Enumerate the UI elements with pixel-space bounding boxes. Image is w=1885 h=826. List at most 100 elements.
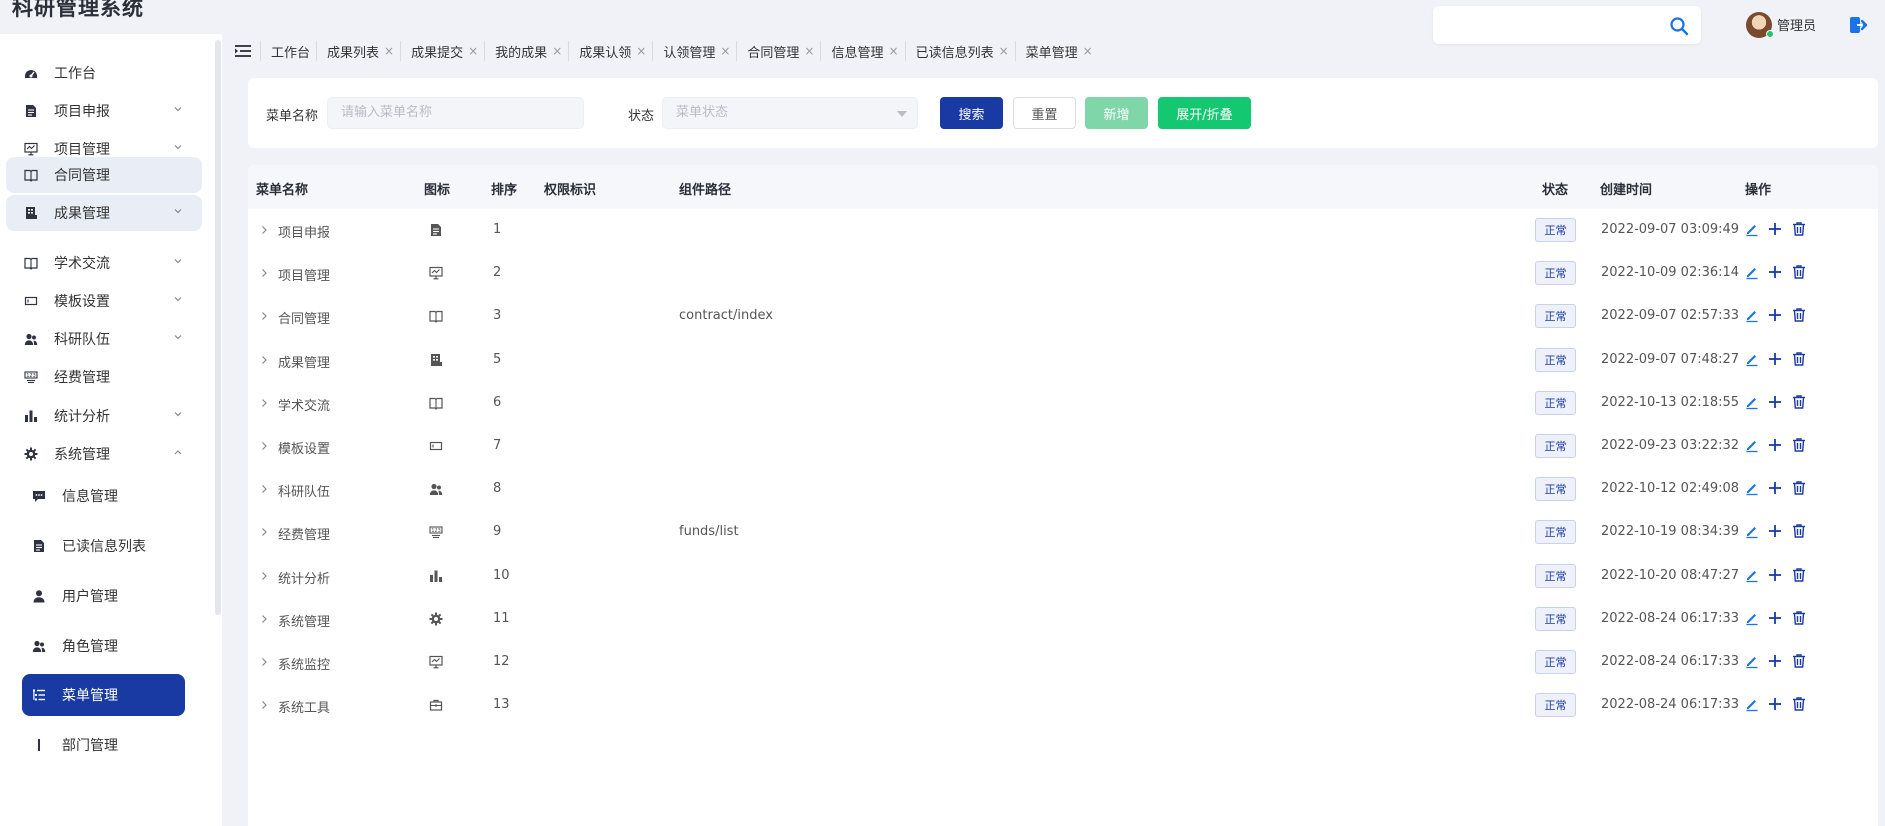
close-icon[interactable]: × (468, 44, 478, 58)
tab-5[interactable]: 认领管理 × (652, 41, 736, 61)
chevron-right-icon[interactable] (261, 527, 268, 537)
search-button[interactable]: 搜索 (940, 97, 1003, 129)
sidebar-item-3[interactable]: 合同管理 (6, 157, 202, 193)
delete-icon[interactable] (1791, 480, 1807, 496)
edit-icon[interactable] (1744, 264, 1760, 280)
close-icon[interactable]: × (720, 44, 730, 58)
edit-icon[interactable] (1744, 351, 1760, 367)
close-icon[interactable]: × (999, 44, 1009, 58)
status-select[interactable]: 菜单状态 (662, 97, 918, 129)
delete-icon[interactable] (1791, 264, 1807, 280)
chevron-right-icon[interactable] (261, 268, 268, 278)
edit-icon[interactable] (1744, 221, 1760, 237)
tab-2[interactable]: 成果提交 × (400, 41, 484, 61)
chevron-right-icon[interactable] (261, 700, 268, 710)
chevron-right-icon[interactable] (261, 441, 268, 451)
edit-icon[interactable] (1744, 567, 1760, 583)
close-icon[interactable]: × (636, 44, 646, 58)
chevron-right-icon[interactable] (261, 614, 268, 624)
sidebar-item-6[interactable]: 模板设置 (6, 281, 202, 321)
edit-icon[interactable] (1744, 653, 1760, 669)
add-icon[interactable] (1767, 523, 1783, 539)
close-icon[interactable]: × (804, 44, 814, 58)
status-badge: 正常 (1535, 563, 1576, 588)
chevron-right-icon[interactable] (261, 657, 268, 667)
add-icon[interactable] (1767, 653, 1783, 669)
menu-fold-icon[interactable] (234, 43, 252, 59)
close-icon[interactable]: × (384, 44, 394, 58)
tab-3[interactable]: 我的成果 × (484, 41, 568, 61)
add-button[interactable]: 新增 (1085, 97, 1148, 129)
sidebar-item-8[interactable]: 123 经费管理 (6, 357, 202, 397)
cell-created: 2022-08-24 06:17:33 (1601, 610, 1740, 626)
sidebar-item-10[interactable]: 系统管理 (6, 434, 202, 474)
delete-icon[interactable] (1791, 437, 1807, 453)
close-icon[interactable]: × (1083, 44, 1093, 58)
add-icon[interactable] (1767, 221, 1783, 237)
add-icon[interactable] (1767, 264, 1783, 280)
reset-button[interactable]: 重置 (1013, 97, 1076, 129)
add-icon[interactable] (1767, 480, 1783, 496)
chevron-right-icon[interactable] (261, 571, 268, 581)
delete-icon[interactable] (1791, 307, 1807, 323)
edit-icon[interactable] (1744, 523, 1760, 539)
delete-icon[interactable] (1791, 221, 1807, 237)
tab-9[interactable]: 菜单管理 × (1014, 41, 1099, 61)
sidebar-scrollbar[interactable] (215, 40, 221, 615)
add-icon[interactable] (1767, 696, 1783, 712)
sidebar-subitem-0[interactable]: 信息管理 (22, 475, 185, 517)
tab-6[interactable]: 合同管理 × (736, 41, 820, 61)
edit-icon[interactable] (1744, 394, 1760, 410)
sidebar-item-4[interactable]: 成果管理 (6, 195, 202, 231)
user-name[interactable]: 管理员 (1777, 15, 1816, 34)
sidebar-subitem-5[interactable]: 部门管理 (22, 724, 185, 766)
sidebar-subitem-4[interactable]: 菜单管理 (22, 674, 185, 716)
tab-7[interactable]: 信息管理 × (820, 41, 904, 61)
chevron-right-icon[interactable] (261, 225, 268, 235)
add-icon[interactable] (1767, 437, 1783, 453)
sidebar-item-7[interactable]: 科研队伍 (6, 319, 202, 359)
menu-name-input[interactable]: 请输入菜单名称 (327, 97, 584, 129)
chevron-right-icon[interactable] (261, 398, 268, 408)
chevron-right-icon[interactable] (261, 311, 268, 321)
cell-created: 2022-10-19 08:34:39 (1601, 524, 1740, 540)
tab-1[interactable]: 成果列表 × (316, 41, 400, 61)
tab-4[interactable]: 成果认领 × (568, 41, 652, 61)
sidebar-subitem-1[interactable]: 已读信息列表 (22, 525, 185, 567)
add-icon[interactable] (1767, 307, 1783, 323)
delete-icon[interactable] (1791, 567, 1807, 583)
delete-icon[interactable] (1791, 696, 1807, 712)
sidebar-subitem-3[interactable]: 角色管理 (22, 625, 185, 667)
delete-icon[interactable] (1791, 394, 1807, 410)
add-icon[interactable] (1767, 610, 1783, 626)
tab-0[interactable]: 工作台 (260, 41, 316, 61)
sidebar-subitem-2[interactable]: 用户管理 (22, 575, 185, 617)
sidebar-item-0[interactable]: 工作台 (6, 53, 202, 93)
search-icon[interactable] (1669, 16, 1689, 36)
global-search-input[interactable] (1445, 15, 1655, 35)
tab-8[interactable]: 已读信息列表 × (904, 41, 1015, 61)
delete-icon[interactable] (1791, 653, 1807, 669)
chevron-right-icon[interactable] (261, 484, 268, 494)
sidebar-item-9[interactable]: 统计分析 (6, 396, 202, 436)
edit-icon[interactable] (1744, 696, 1760, 712)
edit-icon[interactable] (1744, 610, 1760, 626)
expand-collapse-button[interactable]: 展开/折叠 (1158, 97, 1251, 129)
table-row: 成果管理 5 正常 2022-09-07 07:48:27 (248, 339, 1878, 382)
sidebar-item-1[interactable]: 项目申报 (6, 91, 202, 131)
delete-icon[interactable] (1791, 610, 1807, 626)
add-icon[interactable] (1767, 567, 1783, 583)
building-icon (22, 204, 40, 222)
add-icon[interactable] (1767, 351, 1783, 367)
delete-icon[interactable] (1791, 351, 1807, 367)
sidebar-item-5[interactable]: 学术交流 (6, 243, 202, 283)
logout-icon[interactable] (1848, 14, 1870, 36)
edit-icon[interactable] (1744, 480, 1760, 496)
chevron-right-icon[interactable] (261, 355, 268, 365)
close-icon[interactable]: × (889, 44, 899, 58)
delete-icon[interactable] (1791, 523, 1807, 539)
close-icon[interactable]: × (552, 44, 562, 58)
add-icon[interactable] (1767, 394, 1783, 410)
edit-icon[interactable] (1744, 307, 1760, 323)
edit-icon[interactable] (1744, 437, 1760, 453)
